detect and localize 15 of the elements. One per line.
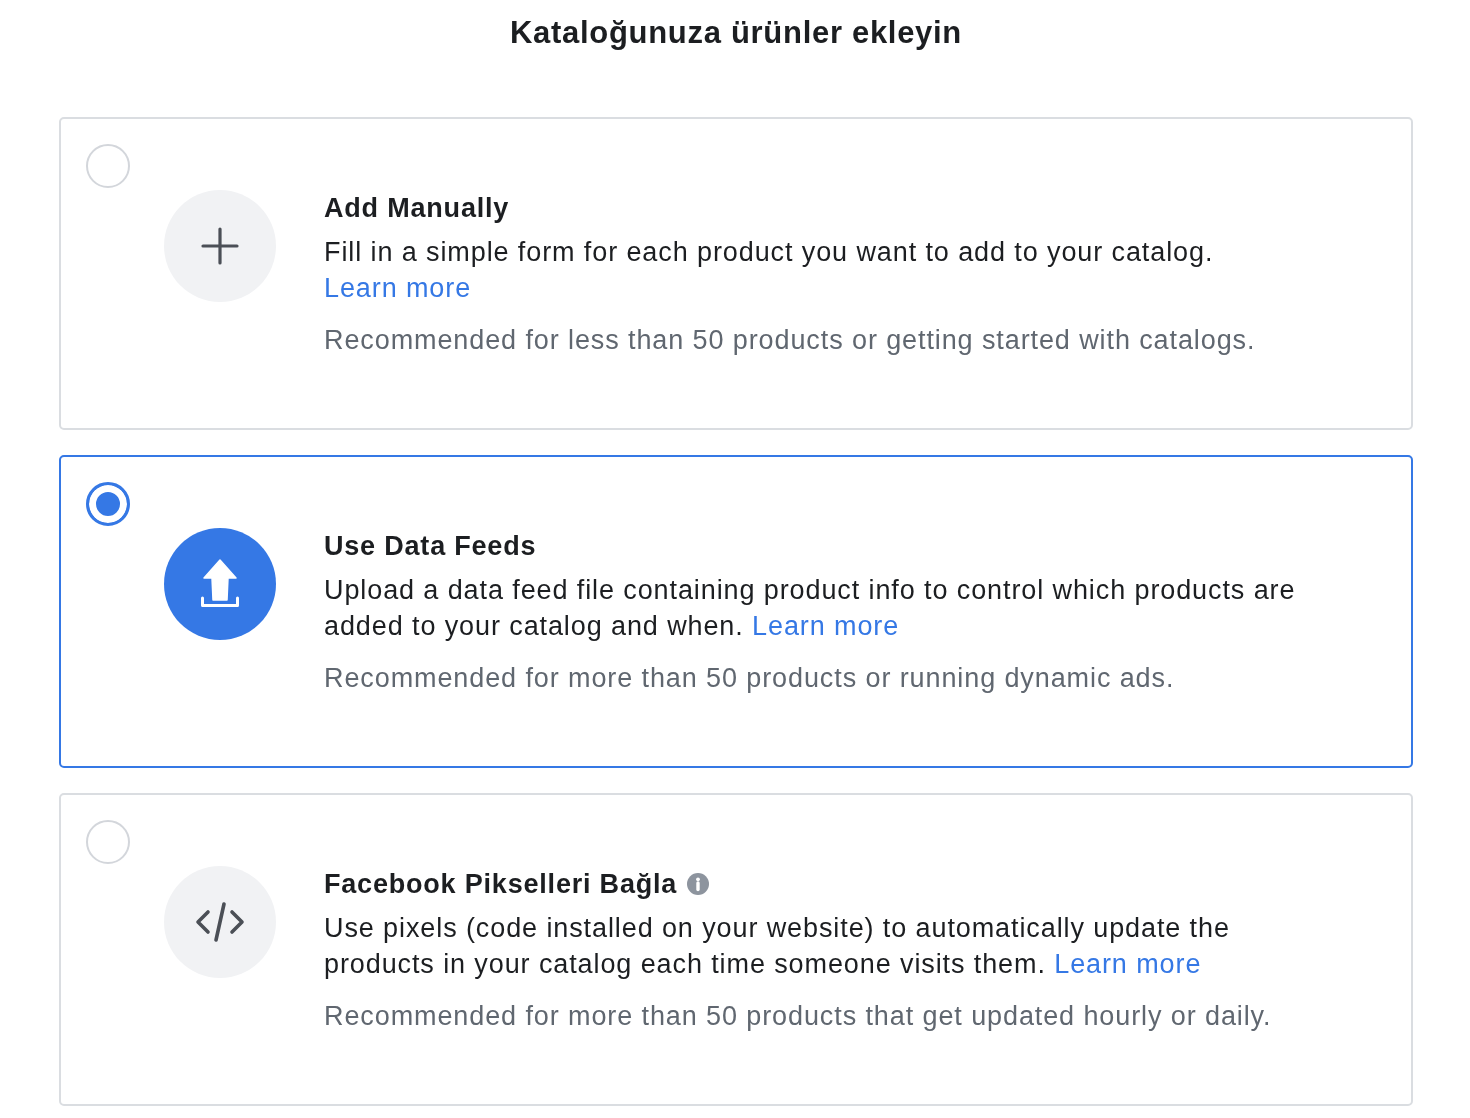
option-description: Upload a data feed file containing product info to control which products are added to your catalog and when. Learn more xyxy=(324,574,1297,643)
option-title: Facebook Pikselleri Bağla xyxy=(324,868,678,901)
info-icon[interactable] xyxy=(687,873,710,895)
learn-more-link[interactable]: Learn more xyxy=(324,273,472,303)
option-description: Use pixels (code installed on your website) to automatically update the products in your catalog each time someone visits them. Learn more xyxy=(324,912,1231,981)
option-title: Use Data Feeds xyxy=(324,530,537,563)
learn-more-link[interactable]: Learn more xyxy=(1054,949,1202,979)
page-title: Kataloğunuza ürünler ekleyin xyxy=(510,14,962,52)
option-description: Fill in a simple form for each product you want to add to your catalog. Learn more xyxy=(324,236,1215,305)
recommendation-text: Recommended for less than 50 products or getting started with catalogs. xyxy=(324,324,1257,357)
option-title: Add Manually xyxy=(324,192,510,225)
learn-more-link[interactable]: Learn more xyxy=(752,611,900,641)
recommendation-text: Recommended for more than 50 products or running dynamic ads. xyxy=(324,662,1176,695)
radio-button[interactable] xyxy=(86,482,130,526)
recommendation-text: Recommended for more than 50 products that get updated hourly or daily. xyxy=(324,1000,1273,1033)
